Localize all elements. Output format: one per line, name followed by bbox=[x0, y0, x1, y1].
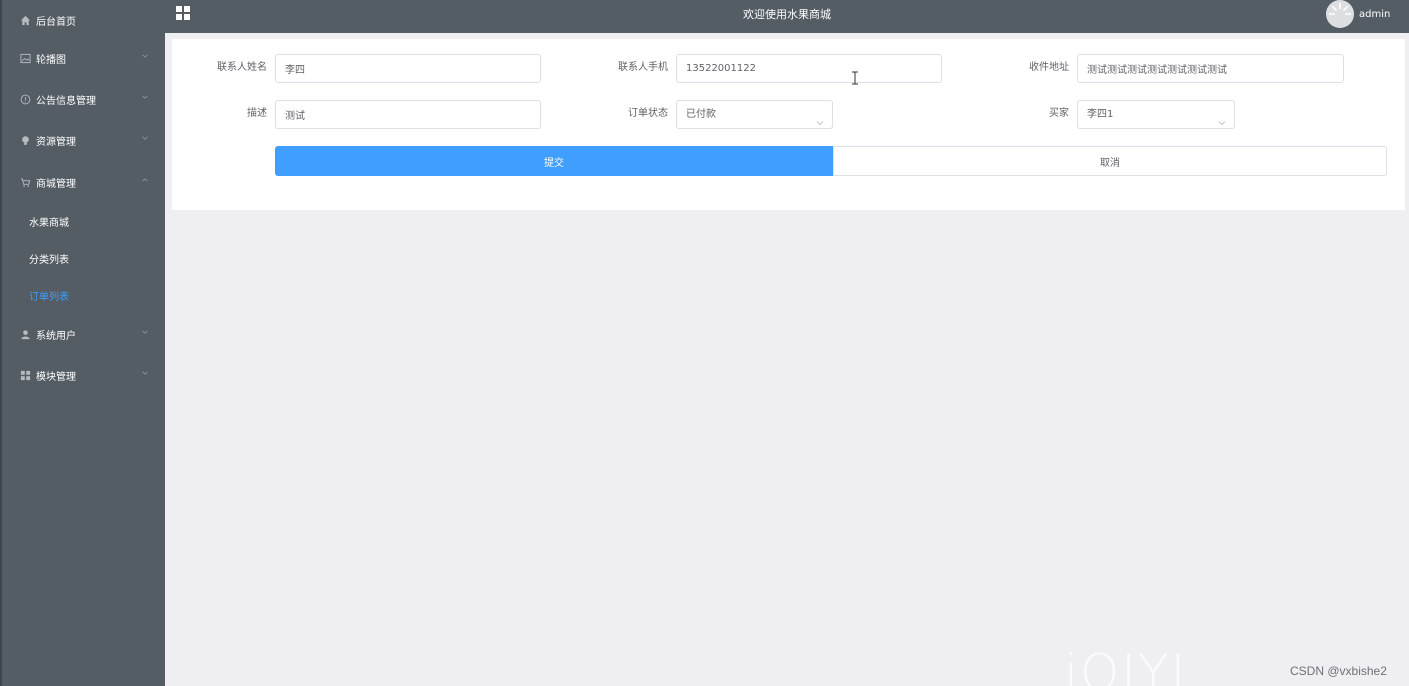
chevron-down-icon bbox=[141, 369, 151, 379]
home-icon bbox=[17, 12, 33, 28]
sidebar-item-notice[interactable]: 公告信息管理 bbox=[2, 79, 165, 119]
order-status-select[interactable]: 已付款 bbox=[676, 100, 833, 129]
sidebar-item-system-user[interactable]: 系统用户 bbox=[2, 314, 165, 354]
sidebar-item-carousel[interactable]: 轮播图 bbox=[2, 38, 165, 78]
submit-button[interactable]: 提交 bbox=[275, 146, 833, 176]
sidebar-item-home[interactable]: 后台首页 bbox=[2, 0, 165, 40]
sidebar-item-label: 资源管理 bbox=[36, 136, 76, 148]
contact-name-label: 联系人姓名 bbox=[217, 62, 267, 73]
top-header: 欢迎使用水果商城 admin bbox=[165, 0, 1409, 33]
chevron-down-icon bbox=[141, 328, 151, 338]
submenu-item-category-list[interactable]: 分类列表 bbox=[2, 240, 165, 276]
description-input[interactable] bbox=[275, 100, 541, 129]
username[interactable]: admin bbox=[1359, 0, 1390, 30]
sidebar-item-label: 公告信息管理 bbox=[36, 95, 96, 107]
submenu-item-fruit-mall[interactable]: 水果商城 bbox=[2, 203, 165, 239]
avatar[interactable] bbox=[1326, 0, 1354, 28]
buyer-select[interactable]: 李四1 bbox=[1077, 100, 1235, 129]
address-label: 收件地址 bbox=[1029, 62, 1069, 73]
sidebar-item-label: 商城管理 bbox=[36, 178, 76, 190]
order-status-label: 订单状态 bbox=[628, 108, 668, 119]
chevron-up-icon bbox=[141, 176, 151, 186]
iqiyi-watermark-logo: iQIYI bbox=[1064, 644, 1188, 686]
info-circle-icon bbox=[17, 91, 33, 107]
description-label: 描述 bbox=[247, 108, 267, 119]
chevron-down-icon bbox=[1218, 111, 1226, 126]
contact-phone-input[interactable] bbox=[676, 54, 942, 83]
chevron-down-icon bbox=[141, 93, 151, 103]
text-cursor-icon bbox=[851, 71, 859, 85]
page-title: 欢迎使用水果商城 bbox=[743, 8, 831, 21]
bulb-icon bbox=[17, 132, 33, 148]
buyer-label: 买家 bbox=[1049, 108, 1069, 119]
sidebar: 后台首页 轮播图 公告信息管理 资源管理 商城管理 水果商城 分类列表 订单列表… bbox=[0, 0, 165, 686]
cart-icon bbox=[17, 174, 33, 190]
csdn-watermark-text: CSDN @vxbishe2 bbox=[1290, 664, 1387, 678]
chevron-down-icon bbox=[141, 52, 151, 62]
sidebar-item-label: 后台首页 bbox=[36, 16, 76, 28]
submenu-item-label: 分类列表 bbox=[29, 254, 69, 266]
submenu-item-label: 订单列表 bbox=[29, 291, 69, 303]
order-status-value: 已付款 bbox=[686, 109, 716, 120]
submenu-item-label: 水果商城 bbox=[29, 217, 69, 229]
buyer-value: 李四1 bbox=[1087, 109, 1114, 120]
chevron-down-icon bbox=[816, 111, 824, 126]
sidebar-item-label: 模块管理 bbox=[36, 371, 76, 383]
submenu-item-order-list[interactable]: 订单列表 bbox=[2, 277, 165, 313]
user-icon bbox=[17, 326, 33, 342]
contact-name-input[interactable] bbox=[275, 54, 541, 83]
sidebar-item-label: 轮播图 bbox=[36, 54, 66, 66]
contact-phone-label: 联系人手机 bbox=[618, 62, 668, 73]
address-input[interactable] bbox=[1077, 54, 1344, 83]
grid-icon bbox=[17, 367, 33, 383]
sidebar-item-resource[interactable]: 资源管理 bbox=[2, 120, 165, 160]
cancel-button[interactable]: 取消 bbox=[833, 146, 1387, 176]
chevron-down-icon bbox=[141, 134, 151, 144]
sidebar-item-label: 系统用户 bbox=[36, 330, 76, 342]
edit-order-form: 联系人姓名 联系人手机 收件地址 描述 订单状态 已付款 买家 李四1 提交 取… bbox=[172, 39, 1405, 210]
sidebar-item-module[interactable]: 模块管理 bbox=[2, 355, 165, 395]
sidebar-item-mall[interactable]: 商城管理 bbox=[2, 162, 165, 202]
image-icon bbox=[17, 50, 33, 66]
